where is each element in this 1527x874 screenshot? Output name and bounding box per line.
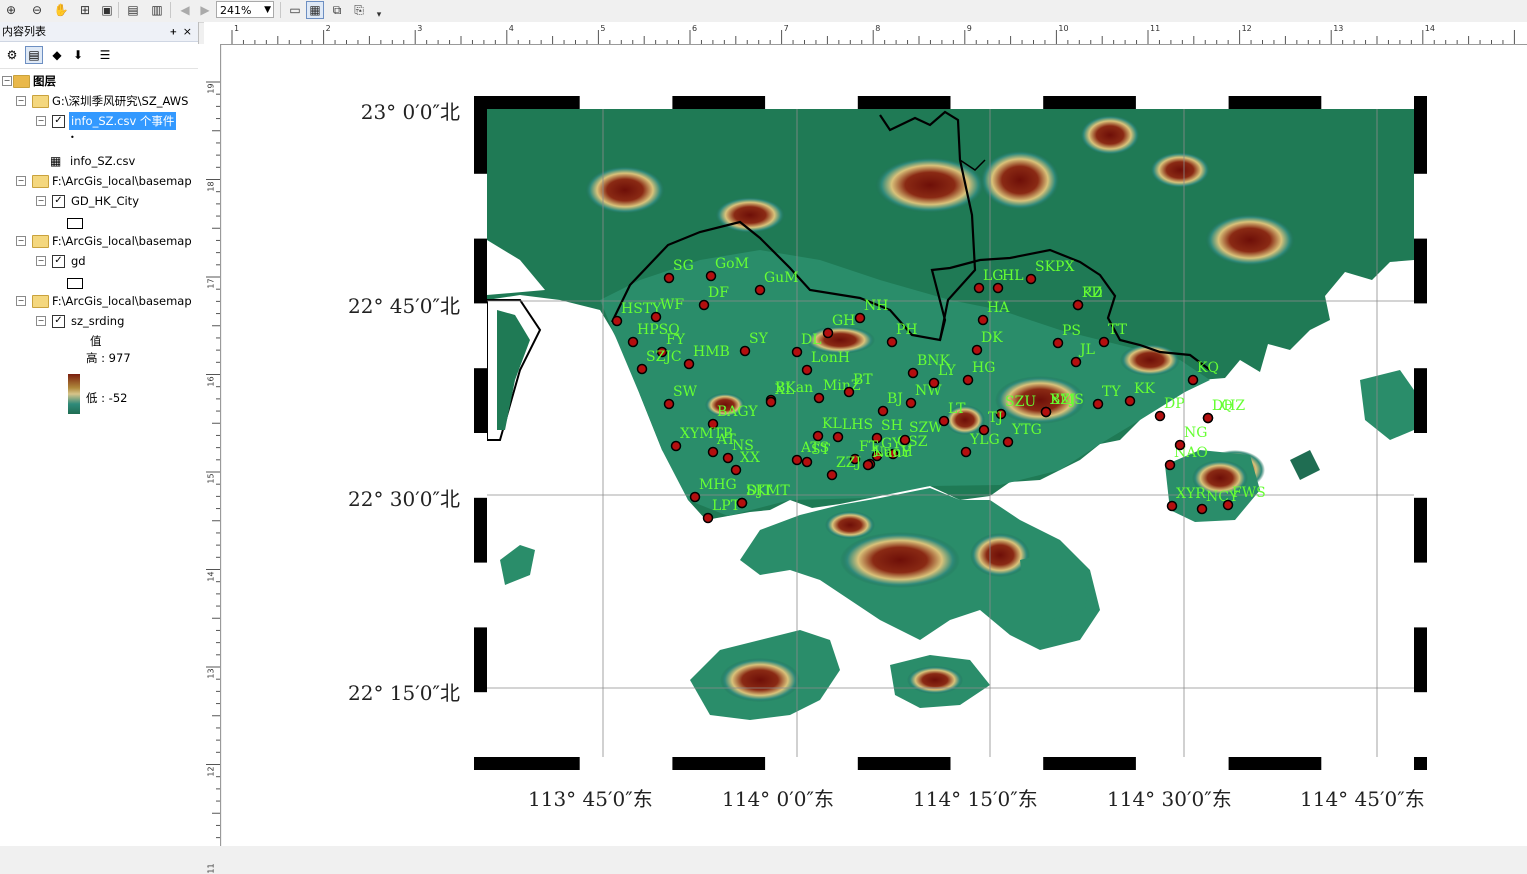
list-by-drawing-order-icon[interactable]: ⚙ xyxy=(3,46,21,64)
lon-label-114-30: 114° 30′0″东 xyxy=(1107,787,1232,811)
ruler-tick-label: 11 xyxy=(206,863,216,874)
list-by-source-icon[interactable]: ▤ xyxy=(25,46,43,64)
ruler-tick-label: 8 xyxy=(875,24,881,33)
list-by-visibility-icon[interactable]: ◆ xyxy=(48,46,66,64)
close-icon[interactable]: × xyxy=(183,22,192,41)
ruler-tick-label: 19 xyxy=(206,83,216,94)
ruler-tick-label: 10 xyxy=(1058,24,1069,33)
fixed-zoom-out-icon[interactable]: ▥ xyxy=(148,1,166,19)
toggle-draft-icon[interactable]: ▭ xyxy=(286,1,304,19)
layers-icon xyxy=(13,75,30,88)
zoom-to-100-icon[interactable]: ▣ xyxy=(98,1,116,19)
ruler-tick-label: 5 xyxy=(600,24,606,33)
lat-label-23-00: 23° 0′0″北 xyxy=(360,100,460,124)
ruler-tick-label: 18 xyxy=(206,180,216,192)
layer-checkbox[interactable]: ✓ xyxy=(52,195,65,208)
chevron-down-icon: ▼ xyxy=(264,5,271,15)
table-icon: ▦ xyxy=(50,154,62,168)
lat-label-22-45: 22° 45′0″北 xyxy=(348,294,460,318)
lon-label-114-15: 114° 15′0″东 xyxy=(913,787,1038,811)
pin-icon[interactable]: ᚐ xyxy=(171,22,176,41)
lon-label-114-45: 114° 45′0″东 xyxy=(1300,787,1425,811)
ruler-tick-label: 13 xyxy=(1333,24,1344,33)
layer-checkbox[interactable]: ✓ xyxy=(52,255,65,268)
ruler-tick-label: 4 xyxy=(508,24,514,33)
lat-label-22-15: 22° 15′0″北 xyxy=(348,681,460,705)
list-by-selection-icon[interactable]: ⬇ xyxy=(69,46,87,64)
toc-title: 内容列表 xyxy=(2,25,46,38)
elevation-legend-ramp xyxy=(68,374,80,414)
ruler-tick-label: 7 xyxy=(783,24,789,33)
ruler-tick-label: 9 xyxy=(966,24,972,33)
lon-label-114-00: 114° 0′0″东 xyxy=(722,787,834,811)
folder-icon xyxy=(32,95,49,108)
change-layout-icon[interactable]: ⧉ xyxy=(328,1,346,19)
ruler-tick-label: 2 xyxy=(325,24,331,33)
table-of-contents: 内容列表 ᚐ × ⚙ ▤ ◆ ⬇ ☰ − 图层 − G:\深圳季风研究\SZ_A… xyxy=(0,22,199,846)
lat-label-22-30: 22° 30′0″北 xyxy=(348,487,460,511)
ruler-tick-label: 3 xyxy=(417,24,423,33)
folder-icon xyxy=(32,235,49,248)
focus-frame-icon[interactable]: ▦ xyxy=(306,1,324,19)
ruler-tick-label: 6 xyxy=(692,24,698,33)
toc-toolbar: ⚙ ▤ ◆ ⬇ ☰ xyxy=(0,42,198,69)
layer-checkbox[interactable]: ✓ xyxy=(52,315,65,328)
back-icon[interactable]: ◀ xyxy=(176,1,194,19)
ruler-tick-label: 16 xyxy=(206,375,216,387)
full-extent-icon[interactable]: ⊞ xyxy=(76,1,94,19)
ruler-tick-label: 14 xyxy=(206,570,216,582)
data-driven-pages-icon[interactable]: ⎘ xyxy=(350,1,368,19)
layout-page[interactable] xyxy=(222,45,1527,846)
ruler-tick-label: 1 xyxy=(234,24,240,33)
ruler-tick-label: 17 xyxy=(206,278,216,289)
vertical-ruler: 19 18 17 16 15 14 13 12 11 xyxy=(198,44,221,874)
pan-icon[interactable]: ✋ xyxy=(52,1,70,19)
ruler-tick-label: 12 xyxy=(1241,24,1252,33)
point-symbol-icon: • xyxy=(70,133,75,142)
ruler-tick-label: 13 xyxy=(206,668,216,679)
zoom-out-icon[interactable]: ⊖ xyxy=(28,1,46,19)
layout-toolbar: ⊕ ⊖ ✋ ⊞ ▣ ▤ ▥ ◀ ▶ 241% ▼ ▭ ▦ ⧉ ⎘ ▾ xyxy=(0,0,1527,23)
ruler-tick-label: 14 xyxy=(1424,24,1435,33)
fixed-zoom-in-icon[interactable]: ▤ xyxy=(124,1,142,19)
zoom-combo[interactable]: 241% ▼ xyxy=(216,1,274,18)
folder-icon xyxy=(32,175,49,188)
lon-label-113-45: 113° 45′0″东 xyxy=(528,787,653,811)
horizontal-ruler: 1 2 3 4 5 6 7 8 9 10 11 12 13 14 xyxy=(204,22,1527,45)
ruler-tick-label: 12 xyxy=(206,765,216,777)
zoom-in-icon[interactable]: ⊕ xyxy=(2,1,20,19)
ruler-tick-label: 15 xyxy=(206,473,216,484)
forward-icon[interactable]: ▶ xyxy=(196,1,214,19)
polygon-symbol-icon xyxy=(67,278,83,289)
polygon-symbol-icon xyxy=(67,218,83,229)
ruler-tick-label: 11 xyxy=(1150,24,1161,33)
options-icon[interactable]: ☰ xyxy=(96,46,114,64)
toc-title-bar: 内容列表 ᚐ × xyxy=(0,22,198,42)
folder-icon xyxy=(32,295,49,308)
layer-checkbox[interactable]: ✓ xyxy=(52,115,65,128)
